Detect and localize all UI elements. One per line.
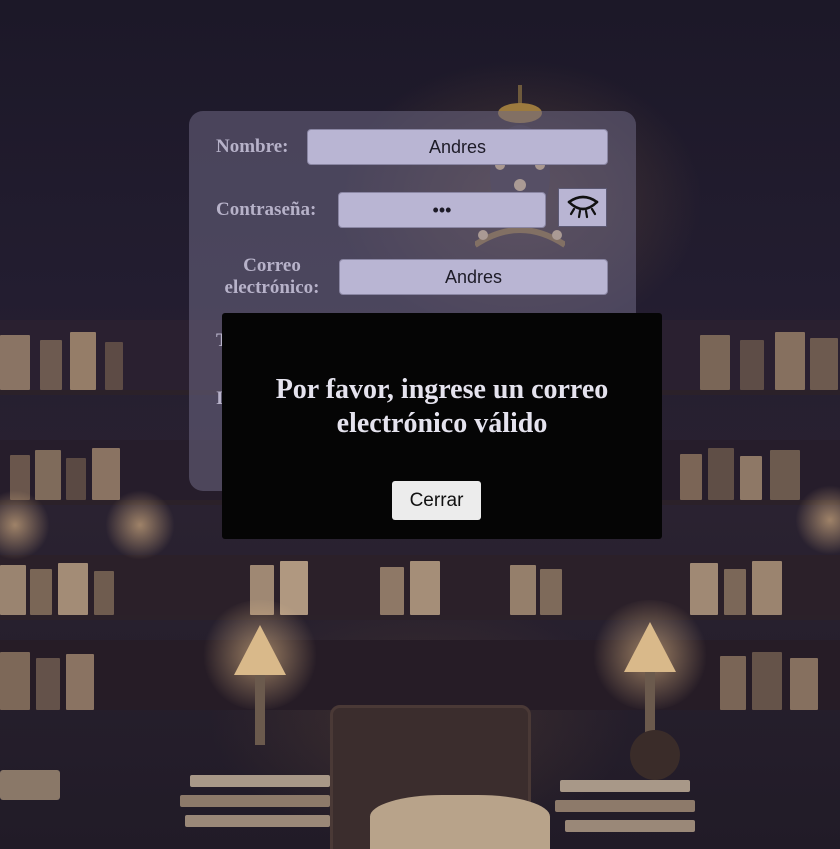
name-field[interactable]: Andres — [307, 129, 608, 165]
modal-message: Por favor, ingrese un correo electrónico… — [275, 374, 609, 439]
password-label: Contraseña: — [216, 199, 317, 220]
lower-shelves — [0, 555, 840, 615]
table-lamp-right — [624, 622, 676, 672]
email-label: Correo electrónico: — [216, 255, 328, 299]
table-lamp-left — [234, 625, 286, 675]
email-field[interactable]: Andres — [339, 259, 608, 295]
name-label: Nombre: — [216, 136, 289, 157]
email-label-line1: Correo — [243, 255, 301, 276]
alert-modal: Por favor, ingrese un correo electrónico… — [222, 313, 662, 539]
password-field[interactable]: ••• — [338, 192, 546, 228]
email-label-line2: electrónico: — [224, 277, 320, 298]
bottom-shelves — [0, 640, 840, 710]
eye-closed-icon — [567, 195, 598, 218]
close-button[interactable]: Cerrar — [392, 481, 481, 520]
open-book — [370, 795, 550, 849]
toggle-password-button[interactable] — [558, 188, 607, 227]
